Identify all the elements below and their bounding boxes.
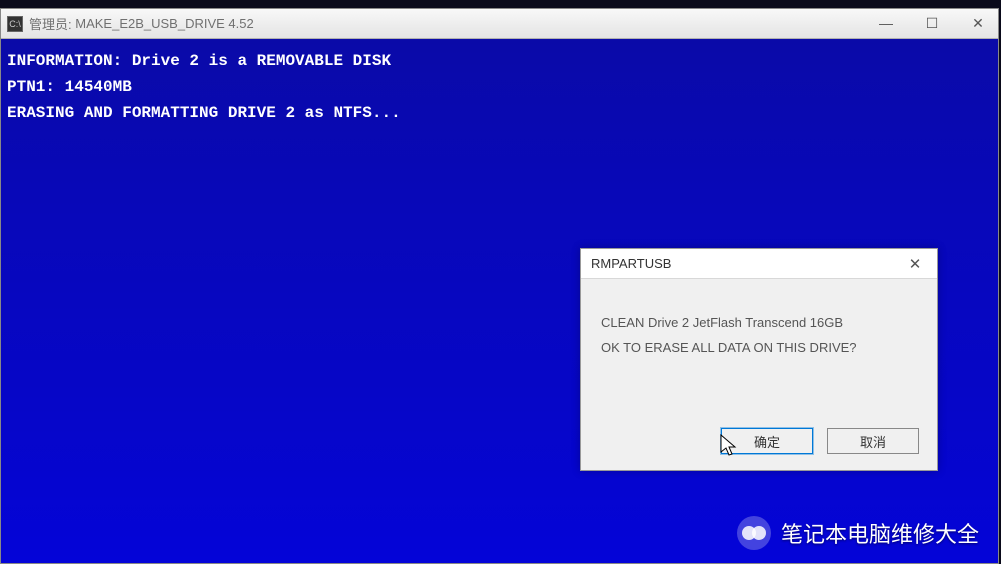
- console-line: INFORMATION: Drive 2 is a REMOVABLE DISK: [7, 49, 992, 73]
- console-line: ERASING AND FORMATTING DRIVE 2 as NTFS..…: [7, 101, 992, 125]
- watermark: 笔记本电脑维修大全: [737, 516, 979, 550]
- dialog-message-line2: OK TO ERASE ALL DATA ON THIS DRIVE?: [601, 336, 917, 361]
- window-controls: — ☐ ✕: [874, 12, 990, 34]
- title-prefix: 管理员:: [29, 14, 72, 33]
- close-button[interactable]: ✕: [966, 12, 990, 34]
- wechat-icon: [737, 516, 771, 550]
- confirmation-dialog: RMPARTUSB ✕ CLEAN Drive 2 JetFlash Trans…: [580, 248, 938, 471]
- maximize-button[interactable]: ☐: [920, 12, 944, 34]
- console-line: PTN1: 14540MB: [7, 75, 992, 99]
- dialog-body: CLEAN Drive 2 JetFlash Transcend 16GB OK…: [581, 279, 937, 370]
- watermark-text: 笔记本电脑维修大全: [781, 517, 979, 549]
- ok-button[interactable]: 确定: [721, 428, 813, 454]
- window-title: MAKE_E2B_USB_DRIVE 4.52: [75, 16, 253, 31]
- minimize-button[interactable]: —: [874, 12, 898, 34]
- dialog-titlebar[interactable]: RMPARTUSB ✕: [581, 249, 937, 279]
- dialog-buttons: 确定 取消: [721, 428, 919, 454]
- cancel-button[interactable]: 取消: [827, 428, 919, 454]
- dialog-title: RMPARTUSB: [591, 256, 671, 271]
- dialog-message-line1: CLEAN Drive 2 JetFlash Transcend 16GB: [601, 311, 917, 336]
- dialog-close-button[interactable]: ✕: [903, 254, 927, 274]
- app-icon: C:\: [7, 16, 23, 32]
- titlebar[interactable]: C:\ 管理员: MAKE_E2B_USB_DRIVE 4.52 — ☐ ✕: [1, 9, 998, 39]
